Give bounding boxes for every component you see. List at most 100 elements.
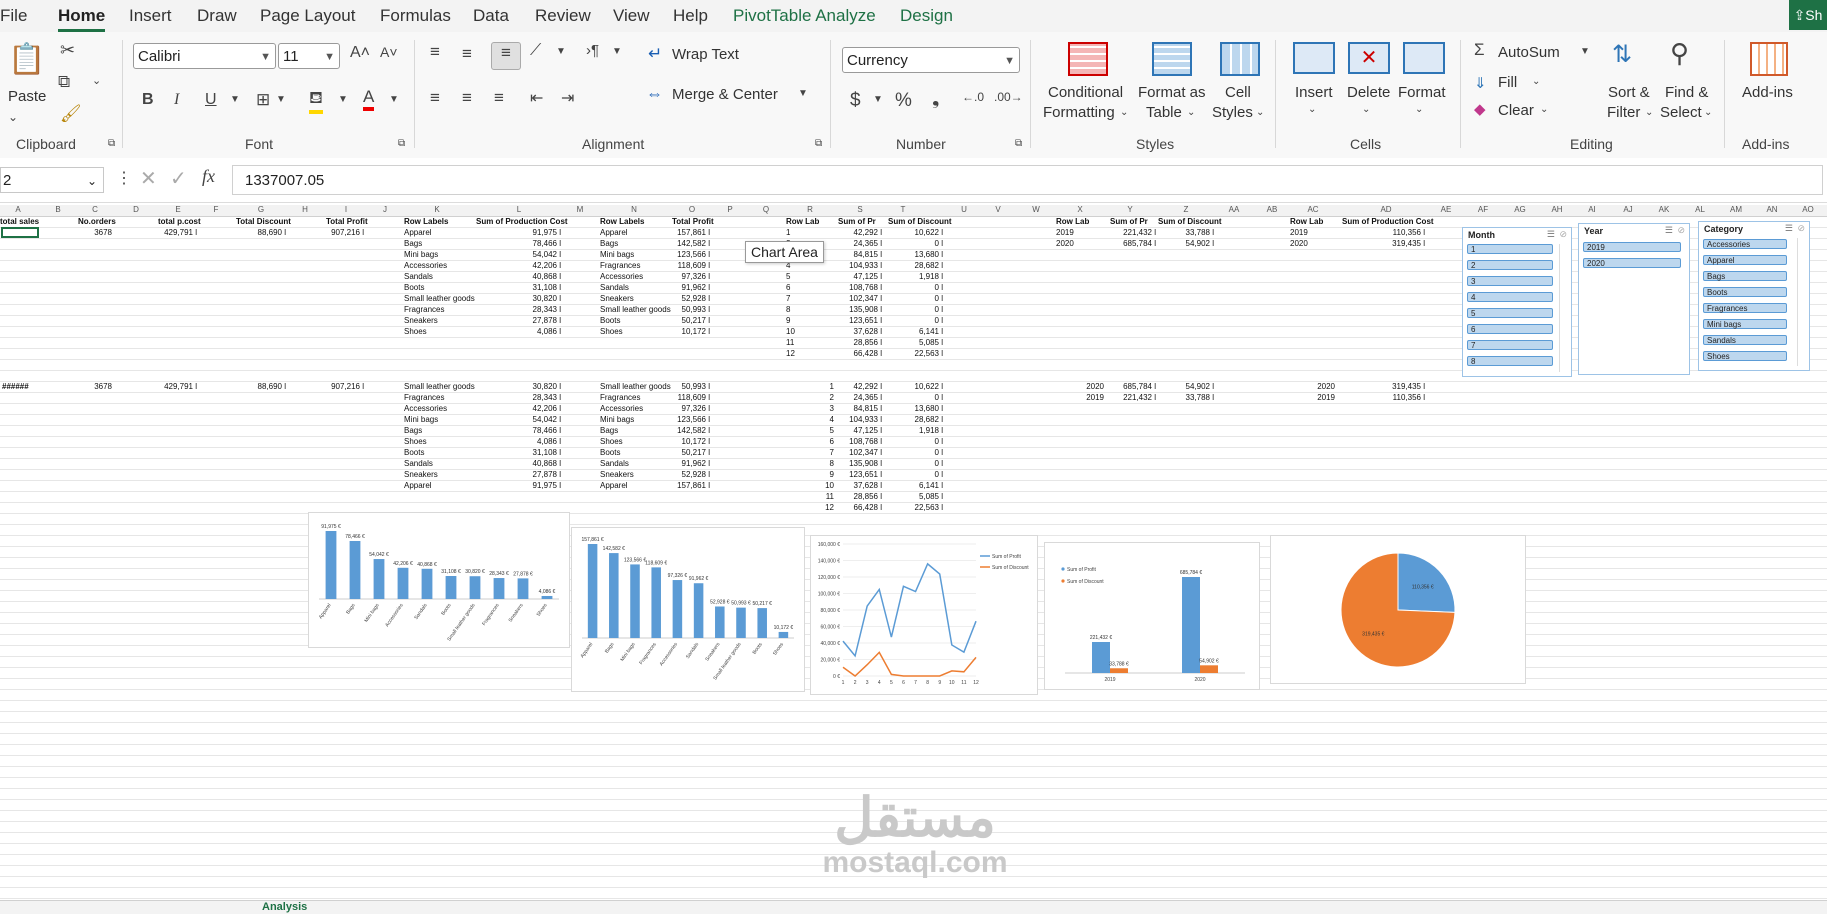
pivot-value[interactable]: 52,928 l (650, 293, 710, 304)
chevron-down-icon[interactable]: ▼ (1580, 46, 1590, 57)
pivot-value[interactable]: 123,566 l (650, 414, 710, 425)
pivot-value[interactable]: 157,861 l (650, 480, 710, 491)
fill-icon[interactable]: ⇓ (1474, 74, 1487, 92)
pivot-row-label[interactable]: 2019 (1275, 392, 1335, 403)
pivot-row-label[interactable]: Bags (404, 425, 422, 436)
pivot-value[interactable]: 37,628 l (822, 326, 882, 337)
column-header[interactable]: N (631, 205, 637, 214)
slicer-item[interactable]: 3 (1467, 276, 1553, 286)
pivot-row-label[interactable]: Mini bags (600, 414, 634, 425)
pivot-row-label[interactable]: 9 (786, 315, 790, 326)
menu-pivottable-analyze[interactable]: PivotTable Analyze (733, 6, 876, 26)
pivot-value[interactable]: 47,125 l (822, 425, 882, 436)
slicer-item[interactable]: Shoes (1703, 351, 1787, 361)
pivot-value[interactable]: 1,918 l (883, 425, 943, 436)
pivot-value[interactable]: 28,682 l (883, 260, 943, 271)
pivot-row-label[interactable]: Shoes (600, 326, 623, 337)
pivot-value[interactable]: 31,108 l (501, 282, 561, 293)
pivot-value[interactable]: 42,292 l (822, 381, 882, 392)
slicer-item[interactable]: 5 (1467, 308, 1553, 318)
pivot-row-label[interactable]: Sandals (600, 282, 629, 293)
menu-formulas[interactable]: Formulas (380, 6, 451, 26)
pivot-header[interactable]: Row Labels (600, 216, 644, 227)
find-select-button[interactable]: Find & (1665, 84, 1708, 101)
pivot-row-label[interactable]: Bags (404, 238, 422, 249)
increase-indent-icon[interactable]: ⇥ (561, 88, 574, 108)
column-header[interactable]: AB (1267, 205, 1278, 214)
column-header[interactable]: B (55, 205, 60, 214)
comma-style-icon[interactable]: ❟ (932, 88, 939, 110)
pivot-row-label[interactable]: 6 (786, 282, 790, 293)
chart-monthly-line[interactable]: 0 € 20,000 € 40,000 € 60,000 € 80,000 € 100,0… (810, 535, 1038, 695)
chart-production-cost[interactable]: 91,975 € Apparel 78,466 € Bags 54,042 € Mini … (308, 512, 570, 648)
column-header[interactable]: J (383, 205, 387, 214)
pivot-value[interactable]: 52,928 l (650, 469, 710, 480)
pivot-value[interactable]: 1,918 l (883, 271, 943, 282)
slicer-item[interactable]: Sandals (1703, 335, 1787, 345)
pivot-value[interactable]: 28,856 l (822, 337, 882, 348)
chevron-down-icon[interactable]: ▼ (389, 94, 399, 105)
sheet-tab-analysis[interactable]: Analysis (262, 901, 307, 913)
pivot-value[interactable]: 0 l (883, 458, 943, 469)
borders-icon[interactable]: ⊞ (256, 90, 270, 110)
delete-cells-button[interactable]: Delete (1347, 84, 1390, 101)
pivot-value[interactable]: 221,432 l (1096, 392, 1156, 403)
column-header[interactable]: V (995, 205, 1000, 214)
slicer-item[interactable]: 1 (1467, 244, 1553, 254)
summary-header[interactable]: total p.cost (158, 216, 201, 227)
pivot-value[interactable]: 24,365 l (822, 238, 882, 249)
number-format-dropdown[interactable]: Currency ▼ (842, 47, 1020, 73)
column-header[interactable]: C (92, 205, 98, 214)
pivot-value[interactable]: 685,784 l (1096, 381, 1156, 392)
pivot-value[interactable]: 50,217 l (650, 315, 710, 326)
slicer-item[interactable]: Boots (1703, 287, 1787, 297)
clear-filter-icon[interactable]: ⊘ (1559, 229, 1567, 240)
summary-value[interactable]: 429,791 l (137, 227, 197, 238)
slicer-item[interactable]: 2 (1467, 260, 1553, 270)
align-right-icon[interactable]: ≡ (494, 88, 504, 108)
scrollbar[interactable] (1559, 244, 1569, 372)
wrap-text-icon[interactable]: ↵ (648, 44, 662, 64)
add-ins-button[interactable]: Add-ins (1742, 84, 1793, 101)
multi-select-icon[interactable]: ☰ (1547, 229, 1555, 240)
pivot-row-label[interactable]: Apparel (600, 480, 628, 491)
pivot-value[interactable]: 50,993 l (650, 381, 710, 392)
format-cells-button[interactable]: Format (1398, 84, 1446, 101)
pivot-value[interactable]: 0 l (883, 315, 943, 326)
summary-value[interactable]: 3678 (52, 227, 112, 238)
slicer-item[interactable]: Accessories (1703, 239, 1787, 249)
pivot-row-label[interactable]: Sandals (600, 458, 629, 469)
fill-button[interactable]: Fill (1498, 74, 1517, 91)
pivot-value[interactable]: 135,908 l (822, 304, 882, 315)
chevron-down-icon[interactable]: ⌄ (1362, 104, 1370, 115)
column-header[interactable]: A (15, 205, 20, 214)
column-header[interactable]: S (857, 205, 862, 214)
pivot-row-label[interactable]: Sandals (404, 458, 433, 469)
slicer-item[interactable]: 8 (1467, 356, 1553, 366)
column-header[interactable]: E (175, 205, 180, 214)
pivot-row-label[interactable]: Small leather goods (404, 381, 475, 392)
column-header[interactable]: AA (1229, 205, 1240, 214)
slicer-item[interactable]: 2019 (1583, 242, 1681, 252)
pivot-row-label[interactable]: Sneakers (404, 315, 438, 326)
autosum-button[interactable]: AutoSum (1498, 44, 1560, 61)
pivot-header[interactable]: Sum of Production Cost (476, 216, 568, 227)
pivot-row-label[interactable]: Bags (600, 238, 618, 249)
pivot-row-label[interactable]: Boots (600, 315, 620, 326)
pivot-row-label[interactable]: Sandals (404, 271, 433, 282)
pivot-row-label[interactable]: Mini bags (600, 249, 634, 260)
chevron-down-icon[interactable]: ⌄ (1120, 107, 1128, 118)
pivot-value[interactable]: 0 l (883, 304, 943, 315)
find-select-icon[interactable]: ⚲ (1670, 38, 1689, 69)
pivot-value[interactable]: 24,365 l (822, 392, 882, 403)
column-header[interactable]: T (901, 205, 906, 214)
pivot-value[interactable]: 5,085 l (883, 491, 943, 502)
pivot-value[interactable]: 142,582 l (650, 238, 710, 249)
pivot-value[interactable]: 40,868 l (501, 271, 561, 282)
align-bottom-icon[interactable]: ≡ (491, 42, 521, 70)
font-name-dropdown[interactable]: Calibri ▼ (133, 43, 276, 69)
pivot-row-label[interactable]: Fragrances (600, 260, 640, 271)
pivot-value[interactable]: 5,085 l (883, 337, 943, 348)
pivot-value[interactable]: 27,878 l (501, 469, 561, 480)
pivot-row-label[interactable]: 2020 (1044, 381, 1104, 392)
